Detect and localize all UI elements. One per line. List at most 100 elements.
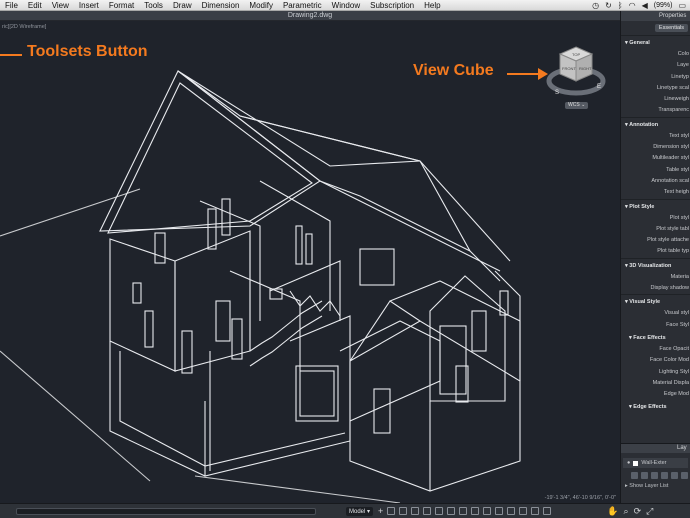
ground-line: [0, 188, 141, 237]
compass-south-label[interactable]: S: [555, 90, 559, 96]
layer-tool-icon[interactable]: [671, 472, 678, 479]
properties-palette: Properties Essentials ▾ General Colo Lay…: [620, 11, 690, 443]
property-row[interactable]: Face Opacit: [621, 344, 690, 355]
toolsets-callout-line: [0, 54, 22, 56]
layer-tool-icon[interactable]: [651, 472, 658, 479]
section-general[interactable]: ▾ General: [621, 35, 690, 49]
layers-header: Lay: [621, 444, 690, 453]
property-row[interactable]: Text heigh: [621, 187, 690, 198]
property-row[interactable]: Material Displa: [621, 378, 690, 389]
tab-essentials[interactable]: Essentials: [654, 24, 688, 32]
view-cube-right-label[interactable]: RIGHT: [579, 66, 592, 71]
fullscreen-icon[interactable]: ⤢: [646, 504, 653, 518]
property-row[interactable]: Face Styl: [621, 320, 690, 331]
menu-edit[interactable]: Edit: [23, 0, 47, 11]
transparency-icon[interactable]: [471, 507, 480, 515]
section-annotation[interactable]: ▾ Annotation: [621, 116, 690, 131]
layer-tools: [631, 472, 688, 479]
zoom-icon[interactable]: ⌕: [624, 504, 629, 518]
wifi-icon[interactable]: ◠: [629, 0, 636, 11]
model-space-button[interactable]: Model ▾: [346, 506, 374, 516]
layer-tool-icon[interactable]: [681, 472, 688, 479]
pan-hand-icon[interactable]: ✋: [607, 504, 618, 518]
section-3d-visualization[interactable]: ▾ 3D Visualization: [621, 257, 690, 272]
roof-ridge: [419, 160, 501, 282]
menu-insert[interactable]: Insert: [74, 0, 104, 11]
property-row[interactable]: Annotation scal: [621, 176, 690, 187]
volume-icon[interactable]: ◀: [642, 0, 648, 11]
compass-east-label[interactable]: E: [597, 84, 601, 90]
drawing-canvas[interactable]: ric][2D Wireframe] TOP FRONT RIGHT S E W…: [0, 21, 620, 503]
dynamic-input-icon[interactable]: [447, 507, 456, 515]
menu-file[interactable]: File: [0, 0, 23, 11]
property-row[interactable]: Transparenc: [621, 105, 690, 116]
property-row[interactable]: Table styl: [621, 165, 690, 176]
section-plot-style[interactable]: ▾ Plot Style: [621, 198, 690, 213]
snap-icon[interactable]: [399, 507, 408, 515]
section-visual-style[interactable]: ▾ Visual Style: [621, 294, 690, 308]
property-row[interactable]: Linetyp: [621, 72, 690, 83]
view-cube[interactable]: TOP FRONT RIGHT S E: [545, 41, 607, 103]
property-row[interactable]: Plot styl: [621, 213, 690, 224]
layer-tool-icon[interactable]: [641, 472, 648, 479]
layer-tool-icon[interactable]: [631, 472, 638, 479]
workspace-icon[interactable]: [507, 507, 516, 515]
property-row[interactable]: Colo: [621, 49, 690, 60]
property-row[interactable]: Text styl: [621, 131, 690, 142]
menu-modify[interactable]: Modify: [244, 0, 278, 11]
layer-visibility-icon[interactable]: ●: [627, 460, 630, 466]
section-face-effects[interactable]: ▾ Face Effects: [621, 331, 690, 344]
ui-lock-icon[interactable]: [543, 507, 552, 515]
menu-window[interactable]: Window: [327, 0, 365, 11]
property-row[interactable]: Laye: [621, 60, 690, 71]
clock-icon[interactable]: ◷: [592, 0, 599, 11]
view-cube-front-label[interactable]: FRONT: [562, 66, 576, 71]
property-row[interactable]: Multileader styl: [621, 153, 690, 164]
wall-outline: [174, 230, 251, 372]
polar-icon[interactable]: [423, 507, 432, 515]
property-row[interactable]: Linetype scal: [621, 83, 690, 94]
menu-draw[interactable]: Draw: [168, 0, 197, 11]
bluetooth-icon[interactable]: ᛒ: [618, 0, 623, 11]
roof-outline: [494, 270, 521, 381]
command-line-input[interactable]: [16, 507, 316, 515]
lineweight-icon[interactable]: [459, 507, 468, 515]
property-row[interactable]: Edge Mod: [621, 389, 690, 400]
battery-icon[interactable]: ▭: [678, 0, 686, 11]
isolate-icon[interactable]: [531, 507, 540, 515]
show-layer-list-toggle[interactable]: ▸ Show Layer List: [625, 483, 690, 489]
menu-bar: File Edit View Insert Format Tools Draw …: [0, 0, 690, 11]
property-row[interactable]: Lineweigh: [621, 94, 690, 105]
orbit-icon[interactable]: ⟳: [634, 504, 642, 518]
section-edge-effects[interactable]: ▾ Edge Effects: [621, 400, 690, 413]
current-layer-selector[interactable]: ● Wall-Exter: [623, 458, 688, 468]
drawing-title-bar: Drawing2.dwg: [0, 11, 620, 21]
property-row[interactable]: Plot style tabl: [621, 224, 690, 235]
wcs-menu-button[interactable]: WCS ⌄: [565, 102, 589, 109]
property-row[interactable]: Materia: [621, 272, 690, 283]
object-snap-icon[interactable]: [435, 507, 444, 515]
menu-dimension[interactable]: Dimension: [197, 0, 245, 11]
menu-view[interactable]: View: [47, 0, 74, 11]
menu-parametric[interactable]: Parametric: [278, 0, 327, 11]
property-row[interactable]: Display shadow: [621, 283, 690, 294]
menu-format[interactable]: Format: [104, 0, 139, 11]
units-icon[interactable]: [519, 507, 528, 515]
property-row[interactable]: Dimension styl: [621, 142, 690, 153]
property-row[interactable]: Lighting Styl: [621, 367, 690, 378]
property-row[interactable]: Plot style attache: [621, 235, 690, 246]
layer-tool-icon[interactable]: [661, 472, 668, 479]
crosshair-icon[interactable]: +: [378, 504, 383, 518]
property-row[interactable]: Face Color Mod: [621, 355, 690, 366]
menu-tools[interactable]: Tools: [139, 0, 168, 11]
selection-cycling-icon[interactable]: [483, 507, 492, 515]
view-cube-top-label[interactable]: TOP: [572, 52, 580, 57]
menu-help[interactable]: Help: [419, 0, 445, 11]
sync-icon[interactable]: ↻: [605, 0, 612, 11]
ortho-icon[interactable]: [411, 507, 420, 515]
property-row[interactable]: Visual styl: [621, 308, 690, 319]
menu-subscription[interactable]: Subscription: [365, 0, 419, 11]
property-row[interactable]: Plot table typ: [621, 246, 690, 257]
grid-icon[interactable]: [387, 507, 396, 515]
annotation-icon[interactable]: [495, 507, 504, 515]
